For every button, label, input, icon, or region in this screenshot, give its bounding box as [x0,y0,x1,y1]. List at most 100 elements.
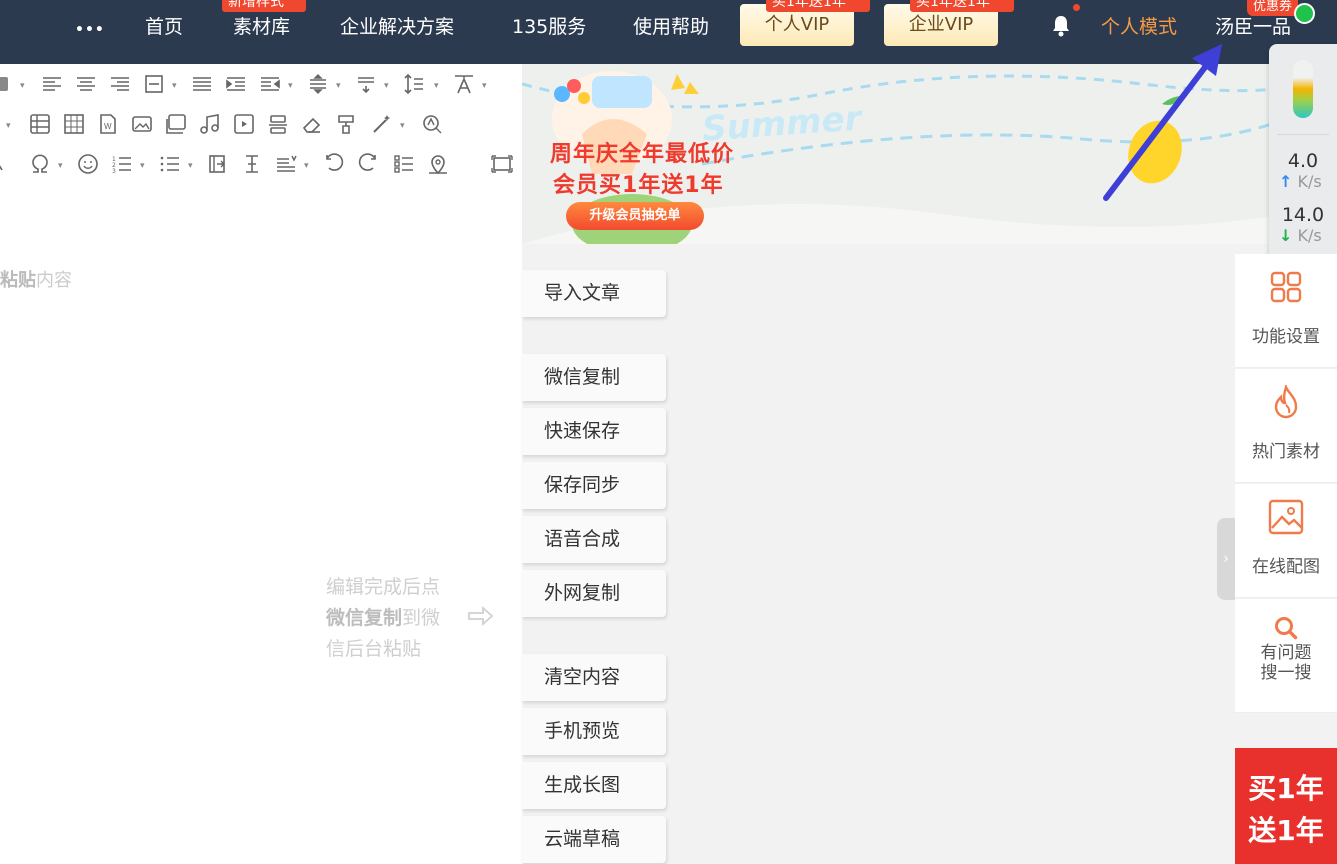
user-name[interactable]: 汤臣一品 [1215,14,1291,40]
caret-icon[interactable]: ▾ [20,82,28,91]
upload-unit-text: K/s [1297,172,1322,191]
speech-synthesis-button[interactable]: 语音合成 [522,516,666,563]
network-speed-widget: 4.0 ↑ K/s 14.0 ↓ K/s [1269,44,1337,260]
nav-enterprise-solutions[interactable]: 企业解决方案 [340,14,454,40]
format-painter-icon[interactable] [334,112,358,136]
paste-hint: 粘贴内容 [0,266,72,292]
search-help-button[interactable]: 有问题 搜一搜 [1235,599,1337,713]
nav-materials[interactable]: 素材库 [233,14,290,40]
omega-symbol-icon[interactable] [28,152,52,176]
align-right-icon[interactable] [108,72,132,96]
promo-side-line2: 送1年 [1248,814,1324,847]
hot-materials-button[interactable]: 热门素材 [1235,369,1337,483]
online-images-label: 在线配图 [1252,557,1320,577]
gallery-icon[interactable] [164,112,188,136]
bell-icon[interactable] [1050,14,1072,38]
line-spacing-icon[interactable] [306,72,330,96]
paragraph-spacing-icon[interactable] [354,72,378,96]
new-styles-badge: 新增样式 [222,0,306,12]
buy-one-get-one-promo[interactable]: 买1年 送1年 [1235,748,1337,864]
promo-side-line1: 买1年 [1248,772,1324,805]
arrow-right-icon [468,605,494,627]
function-settings-button[interactable]: 功能设置 [1235,254,1337,368]
map-pin-icon[interactable] [426,152,450,176]
nav-home[interactable]: 首页 [145,14,183,40]
enterprise-vip-label: 企业VIP [908,14,974,35]
word-doc-icon[interactable]: W [96,112,120,136]
redo-icon[interactable] [356,152,380,176]
caret-icon[interactable]: ▾ [6,122,14,131]
music-icon[interactable] [198,112,222,136]
caret-icon[interactable]: ▾ [482,82,490,91]
toolbar-row-1: ▾ ▾ ▾ ▾ ▾ ▾ ▾ [0,72,522,98]
font-style-icon[interactable] [452,72,476,96]
caret-icon[interactable]: ▾ [434,82,442,91]
sidebar-collapse-tab[interactable]: › [1217,518,1235,600]
enterprise-vip-ribbon: 买1年送1年 [910,0,1014,12]
outdent-icon[interactable] [258,72,282,96]
caret-icon[interactable]: ▾ [304,162,312,171]
table-icon[interactable] [28,112,52,136]
strike-format-icon[interactable] [0,72,14,96]
more-menu-button[interactable]: ••• [75,22,105,38]
text-indent-left-icon[interactable] [206,152,230,176]
image-grid-icon[interactable] [62,112,86,136]
divider-icon[interactable] [266,112,290,136]
clear-content-button[interactable]: 清空内容 [522,654,666,701]
personal-vip-ribbon: 买1年送1年 [766,0,870,12]
text-indent-right-icon[interactable] [240,152,264,176]
letter-spacing-icon[interactable] [402,72,426,96]
caret-icon[interactable]: ▾ [172,82,180,91]
align-left-icon[interactable] [40,72,64,96]
copy-hint-bold: 微信复制 [326,607,403,629]
personal-mode-link[interactable]: 个人模式 [1101,14,1177,40]
caret-icon[interactable]: ▾ [140,162,148,171]
emoji-icon[interactable] [76,152,100,176]
caret-icon[interactable]: ▾ [336,82,344,91]
online-images-button[interactable]: 在线配图 [1235,484,1337,598]
network-meter [1293,60,1313,118]
ordered-list-icon[interactable]: 123 [110,152,134,176]
download-speed-unit: ↓ K/s [1279,226,1337,245]
upgrade-member-button[interactable]: 升级会员抽免单 [566,202,704,230]
video-icon[interactable] [232,112,256,136]
save-sync-button[interactable]: 保存同步 [522,462,666,509]
frame-icon[interactable] [142,72,166,96]
caret-icon[interactable]: ▾ [288,82,296,91]
function-settings-label: 功能设置 [1252,327,1320,347]
svg-text:3: 3 [112,168,116,175]
mobile-preview-button[interactable]: 手机预览 [522,708,666,755]
align-center-icon[interactable] [74,72,98,96]
magic-wand-icon[interactable] [370,112,394,136]
bullet-list-icon[interactable] [158,152,182,176]
quick-save-button[interactable]: 快速保存 [522,408,666,455]
caret-icon[interactable]: ▾ [58,162,66,171]
download-speed-value: 14.0 [1281,204,1325,226]
list-layout-icon[interactable] [392,152,416,176]
nav-135-services[interactable]: 135服务 [512,14,586,40]
spell-check-icon[interactable] [420,112,444,136]
image-icon[interactable] [130,112,154,136]
generate-long-image-button[interactable]: 生成长图 [522,762,666,809]
eraser-icon[interactable] [300,112,324,136]
coupon-tag[interactable]: 优惠券 [1247,0,1299,16]
cloud-drafts-button[interactable]: 云端草稿 [522,816,666,863]
external-copy-button[interactable]: 外网复制 [522,570,666,617]
chevron-icon[interactable] [0,152,16,176]
grid-settings-icon [1270,271,1302,303]
caret-icon[interactable]: ▾ [188,162,196,171]
import-article-button[interactable]: 导入文章 [522,270,666,317]
indent-icon[interactable] [224,72,248,96]
caret-icon[interactable]: ▾ [384,82,392,91]
chevron-right-icon: › [1223,551,1229,567]
fullscreen-icon[interactable] [490,152,514,176]
wechat-copy-button[interactable]: 微信复制 [522,354,666,401]
justify-icon[interactable] [190,72,214,96]
hot-materials-label: 热门素材 [1252,442,1320,462]
text-direction-icon[interactable] [274,152,298,176]
promo-banner[interactable]: Summer 周年庆全年最低价 会员买1年送1年 升级会员抽免单 [522,64,1337,244]
undo-icon[interactable] [322,152,346,176]
nav-help[interactable]: 使用帮助 [633,14,709,40]
caret-icon[interactable]: ▾ [400,122,408,131]
editor-panel[interactable]: ▾ ▾ ▾ ▾ ▾ ▾ ▾ ▾ W ▾ ▾ 1 2 3 ▾ ▾ ▾ 粘贴内容 编… [0,64,522,864]
